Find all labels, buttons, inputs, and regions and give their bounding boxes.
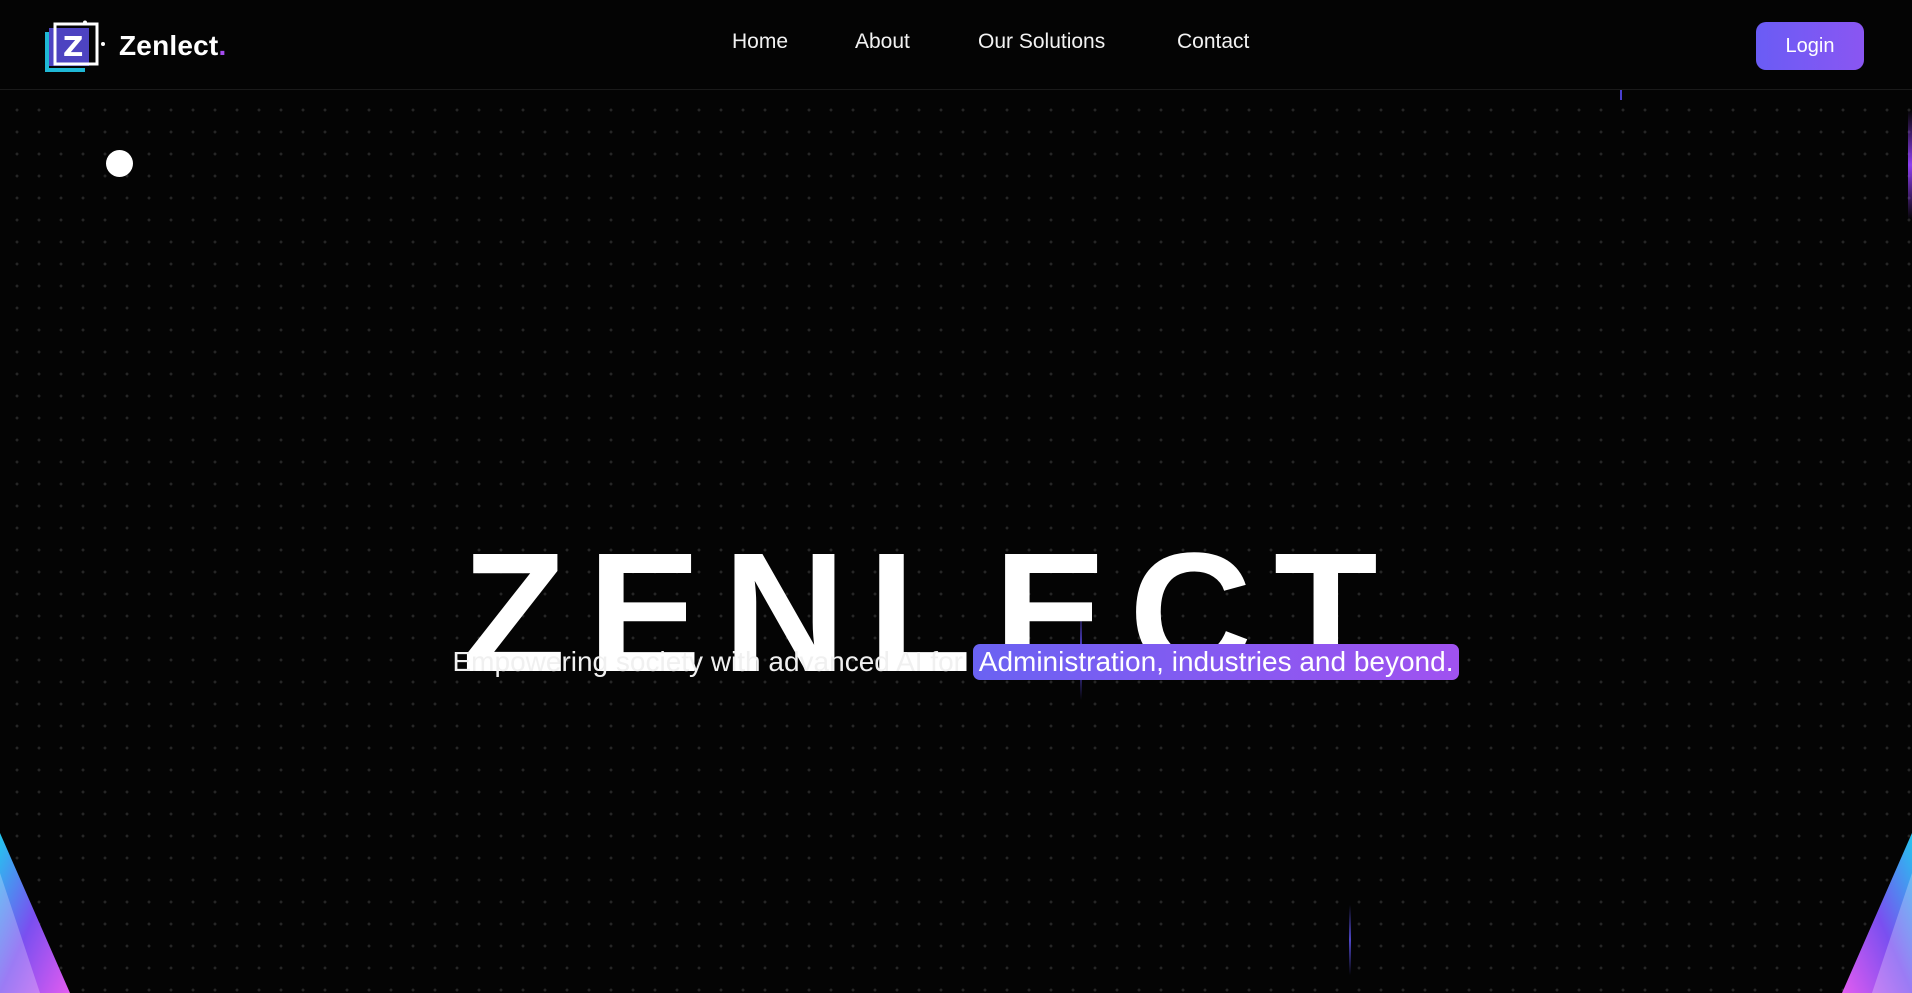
brand-name: Zenlect. xyxy=(119,30,227,61)
nav-link-about[interactable]: About xyxy=(855,30,910,54)
light-beam xyxy=(1349,905,1351,975)
login-button[interactable]: Login xyxy=(1756,22,1864,70)
nav-link-our-solutions[interactable]: Our Solutions xyxy=(978,30,1105,54)
hero-highlight: Administration, industries and beyond. xyxy=(972,644,1460,680)
nav-link-contact[interactable]: Contact xyxy=(1177,30,1249,54)
light-beam xyxy=(1620,90,1622,100)
brand[interactable]: Z Zenlect. xyxy=(45,20,226,72)
navbar: Z Zenlect. Home About Our Solutions Cont… xyxy=(0,0,1912,90)
hero-subtitle-text: Empowering society with advanced AI for xyxy=(452,646,963,677)
decor-dot xyxy=(106,150,133,177)
zenlect-logo-icon: Z xyxy=(45,20,105,72)
prism-right-decor xyxy=(1842,833,1912,993)
hero-subtitle: Empowering society with advanced AI for … xyxy=(0,644,1912,680)
edge-glow xyxy=(1908,110,1912,220)
svg-text:Z: Z xyxy=(63,30,83,63)
landing-page: Z Zenlect. Home About Our Solutions Cont… xyxy=(0,0,1912,993)
prism-left-decor xyxy=(0,833,70,993)
nav-link-home[interactable]: Home xyxy=(732,30,788,54)
